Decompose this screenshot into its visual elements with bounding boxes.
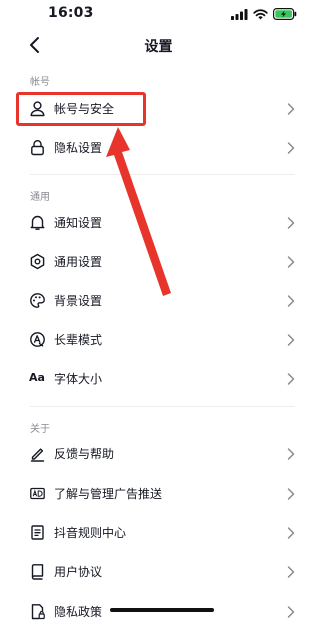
- annotation-arrow: [106, 127, 171, 296]
- home-indicator: [110, 608, 214, 612]
- settings-screen: 16:03 设置 帐号 帐号与安全 隐私设置 通用 通知设置 通用设置 背景设置…: [0, 0, 317, 623]
